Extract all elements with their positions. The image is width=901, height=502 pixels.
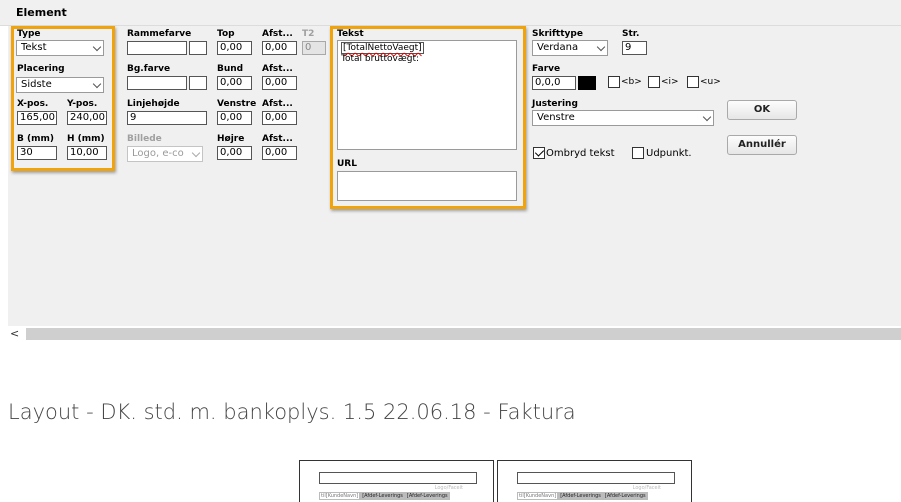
afst2-label: Afst... (262, 64, 293, 74)
t2-input[interactable]: 0 (302, 41, 326, 55)
dialog-title: Element (16, 6, 67, 19)
element-panel: Type Tekst Placering Sidste X-pos. Y-pos… (8, 26, 901, 326)
underline-label: <u> (700, 77, 721, 87)
dialog-header: Element (0, 0, 901, 26)
hoejre-label: Højre (217, 134, 245, 144)
highlight-box-type (11, 26, 115, 171)
bgfarve-swatch[interactable] (189, 76, 207, 90)
t2-label: T2 (302, 29, 315, 39)
afst1-input[interactable]: 0,00 (262, 41, 297, 55)
top-label: Top (217, 29, 235, 39)
chevron-down-icon (191, 148, 201, 158)
horizontal-scrollbar[interactable]: < (8, 326, 901, 342)
bgfarve-label: Bg.farve (127, 64, 171, 74)
farve-label: Farve (532, 64, 561, 74)
afst4-input[interactable]: 0,00 (262, 146, 297, 160)
bold-checkbox[interactable] (608, 76, 620, 88)
afst4-label: Afst... (262, 134, 293, 144)
hoejre-input[interactable]: 0,00 (217, 146, 252, 160)
rammefarve-label: Rammefarve (127, 29, 192, 39)
linjehoejde-input[interactable]: 9 (127, 111, 207, 125)
thumb-header-box (319, 472, 477, 484)
farve-input[interactable]: 0,0,0 (532, 76, 576, 90)
thumb-cell: til[KundeNavn] (319, 492, 361, 500)
underline-checkbox[interactable] (687, 76, 699, 88)
layout-thumbnail-2[interactable]: Logo/Faceit til[KundeNavn] [Afdef-Leverin… (497, 460, 692, 502)
top-input[interactable]: 0,00 (217, 41, 252, 55)
afst1-label: Afst... (262, 29, 293, 39)
thumb-row: til[KundeNavn] [Afdef-Leverings [Afdef-Lev… (517, 492, 648, 500)
bold-label: <b> (621, 77, 642, 87)
billede-label: Billede (127, 134, 162, 144)
rammefarve-input[interactable] (127, 41, 187, 55)
thumb-cell: [Afdef-Leverings (404, 492, 450, 500)
ombryd-checkbox[interactable] (533, 147, 545, 159)
ok-button[interactable]: OK (727, 100, 797, 120)
afst2-input[interactable]: 0,00 (262, 76, 297, 90)
udpunkt-checkbox[interactable] (632, 147, 644, 159)
highlight-box-tekst (330, 26, 526, 209)
scrollbar-thumb[interactable] (26, 328, 901, 340)
thumb-cell: [Afdef-Leverings (602, 492, 648, 500)
thumb-logo: Logo/Faceit (632, 485, 661, 491)
chevron-down-icon (596, 42, 606, 52)
thumb-header-box (517, 472, 675, 484)
linjehoejde-label: Linjehøjde (127, 99, 180, 109)
billede-select[interactable]: Logo, e-co (127, 146, 203, 162)
chevron-down-icon (702, 112, 712, 122)
italic-label: <i> (661, 77, 679, 87)
thumb-logo: Logo/Faceit (434, 485, 463, 491)
rammefarve-swatch[interactable] (189, 41, 207, 55)
udpunkt-label: Udpunkt. (646, 148, 692, 159)
thumb-row: til[KundeNavn] [Afdef-Leverings [Afdef-Lev… (319, 492, 450, 500)
bund-label: Bund (217, 64, 244, 74)
thumb-cell: til[KundeNavn] (517, 492, 559, 500)
bgfarve-input[interactable] (127, 76, 187, 90)
layout-title: Layout - DK. std. m. bankoplys. 1.5 22.0… (8, 400, 576, 424)
annuller-button[interactable]: Annullér (727, 135, 797, 155)
afst3-label: Afst... (262, 99, 293, 109)
skrifttype-select[interactable]: Verdana (532, 40, 608, 56)
justering-label: Justering (532, 99, 578, 109)
italic-checkbox[interactable] (648, 76, 660, 88)
str-input[interactable]: 9 (622, 41, 647, 55)
skrifttype-label: Skrifttype (532, 29, 583, 39)
thumb-cell: [Afdef-Leverings (360, 492, 405, 500)
str-label: Str. (622, 29, 640, 39)
bund-input[interactable]: 0,00 (217, 76, 252, 90)
layout-thumbnail-1[interactable]: Logo/Faceit til[KundeNavn] [Afdef-Leverin… (299, 460, 494, 502)
farve-swatch[interactable] (578, 76, 596, 90)
venstre-label: Venstre (217, 99, 257, 109)
scroll-left-arrow-icon[interactable]: < (10, 326, 19, 342)
thumb-cell: [Afdef-Leverings (558, 492, 603, 500)
afst3-input[interactable]: 0,00 (262, 111, 297, 125)
justering-select[interactable]: Venstre (532, 110, 714, 126)
venstre-input[interactable]: 0,00 (217, 111, 252, 125)
ombryd-label: Ombryd tekst (546, 148, 615, 159)
